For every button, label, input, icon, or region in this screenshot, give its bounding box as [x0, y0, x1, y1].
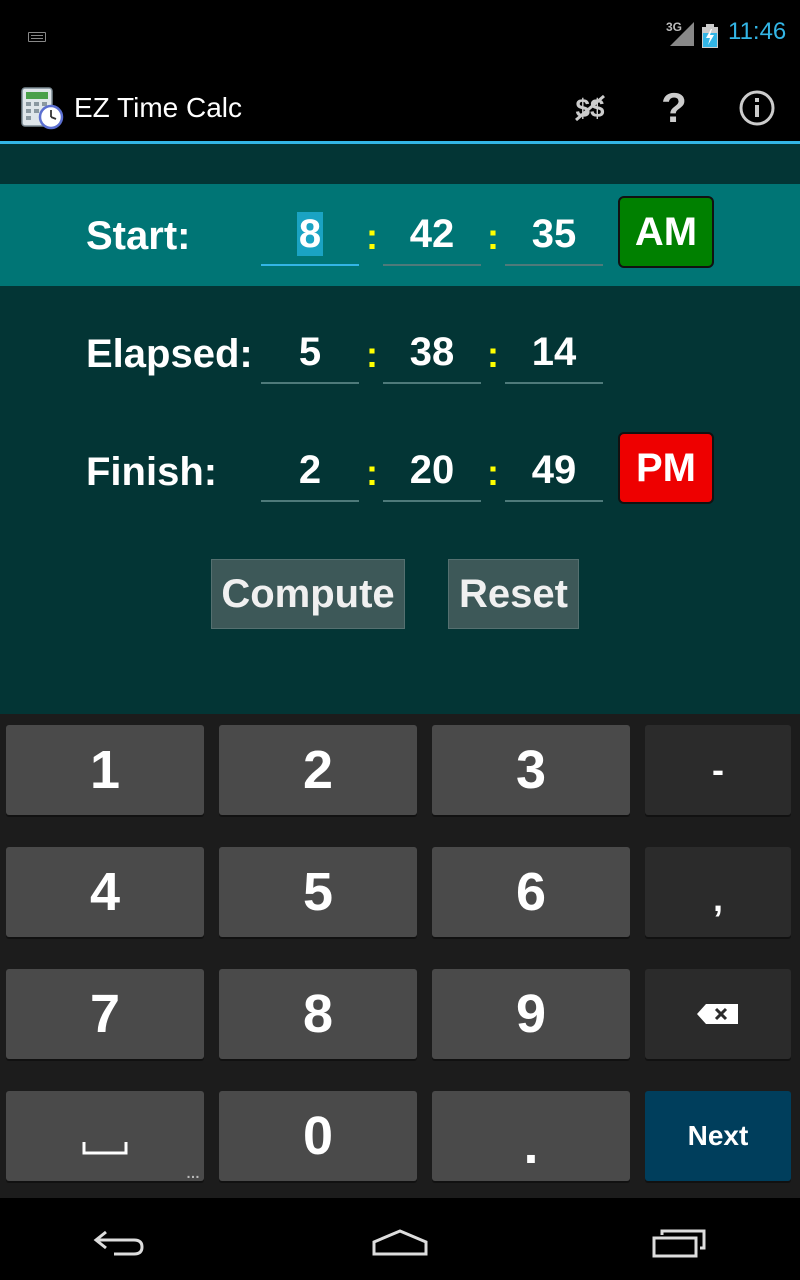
- calculator-panel: Start: 8 : 42 : 35 AM Elapsed: 5 : 38 : …: [0, 144, 800, 714]
- no-dollar-button[interactable]: $$: [566, 84, 614, 132]
- no-dollar-icon: $$: [575, 93, 605, 123]
- elapsed-seconds-field[interactable]: 14: [505, 322, 603, 384]
- space-icon: [82, 1142, 128, 1155]
- start-seconds-field[interactable]: 35: [505, 204, 603, 266]
- elapsed-label: Elapsed:: [86, 332, 253, 376]
- colon: :: [487, 452, 499, 493]
- key-8[interactable]: 8: [219, 969, 417, 1059]
- start-minutes-field[interactable]: 42: [383, 204, 481, 266]
- recent-apps-button[interactable]: [640, 1220, 720, 1264]
- info-icon: [739, 90, 775, 126]
- start-label: Start:: [86, 214, 191, 258]
- finish-am-pm-toggle[interactable]: PM: [618, 432, 714, 504]
- finish-seconds-field[interactable]: 49: [505, 440, 603, 502]
- key-backspace[interactable]: [645, 969, 791, 1059]
- finish-label: Finish:: [86, 450, 218, 494]
- key-comma[interactable]: ,: [645, 847, 791, 937]
- key-5[interactable]: 5: [219, 847, 417, 937]
- navigation-bar: [0, 1198, 800, 1280]
- finish-minutes-field[interactable]: 20: [383, 440, 481, 502]
- status-bar: 3G 11:46: [0, 0, 800, 72]
- signal-icon: [670, 22, 694, 46]
- back-icon: [93, 1230, 144, 1256]
- key-1[interactable]: 1: [6, 725, 204, 815]
- app-title: EZ Time Calc: [74, 92, 243, 123]
- colon: :: [366, 452, 378, 493]
- action-bar: EZ Time Calc $$ ?: [0, 72, 800, 144]
- key-7[interactable]: 7: [6, 969, 204, 1059]
- key-space[interactable]: …: [6, 1091, 204, 1181]
- colon: :: [487, 334, 499, 375]
- status-clock: 11:46: [728, 18, 787, 45]
- start-hours-field[interactable]: 8: [261, 204, 359, 266]
- key-comma-label: ,: [712, 878, 723, 919]
- compute-button[interactable]: Compute: [211, 559, 405, 629]
- elapsed-minutes-field[interactable]: 38: [383, 322, 481, 384]
- colon: :: [487, 216, 499, 257]
- keyboard-icon: [28, 32, 46, 42]
- app-logo-icon: [21, 87, 64, 130]
- help-button[interactable]: ?: [650, 84, 698, 132]
- key-9[interactable]: 9: [432, 969, 630, 1059]
- backspace-icon: [697, 1004, 738, 1024]
- key-next[interactable]: Next: [645, 1091, 791, 1181]
- key-2[interactable]: 2: [219, 725, 417, 815]
- reset-button[interactable]: Reset: [448, 559, 579, 629]
- key-minus-label: -: [712, 749, 724, 790]
- start-am-pm-toggle[interactable]: AM: [618, 196, 714, 268]
- battery-charging-icon: [702, 24, 718, 48]
- back-button[interactable]: [80, 1220, 160, 1264]
- start-hours-value: 8: [296, 212, 324, 256]
- key-6[interactable]: 6: [432, 847, 630, 937]
- home-icon: [372, 1229, 428, 1256]
- key-minus[interactable]: -: [645, 725, 791, 815]
- finish-row: Finish: 2 : 20 : 49 PM: [0, 420, 800, 522]
- key-3[interactable]: 3: [432, 725, 630, 815]
- finish-hours-field[interactable]: 2: [261, 440, 359, 502]
- key-period[interactable]: .: [432, 1091, 630, 1181]
- key-0[interactable]: 0: [219, 1091, 417, 1181]
- colon: :: [366, 334, 378, 375]
- help-icon: ?: [661, 84, 687, 131]
- elapsed-row: Elapsed: 5 : 38 : 14: [0, 302, 800, 404]
- info-button[interactable]: [733, 84, 781, 132]
- numeric-keyboard: 1 2 3 - 4 5 6 , 7 8 9 … 0 . Next: [0, 714, 800, 1198]
- colon: :: [366, 216, 378, 257]
- home-button[interactable]: [360, 1220, 440, 1264]
- more-keys-dots-icon: …: [186, 1165, 200, 1181]
- key-period-label: .: [523, 1115, 539, 1175]
- key-4[interactable]: 4: [6, 847, 204, 937]
- recent-apps-icon: [652, 1229, 706, 1258]
- elapsed-hours-field[interactable]: 5: [261, 322, 359, 384]
- start-row: Start: 8 : 42 : 35 AM: [0, 184, 800, 286]
